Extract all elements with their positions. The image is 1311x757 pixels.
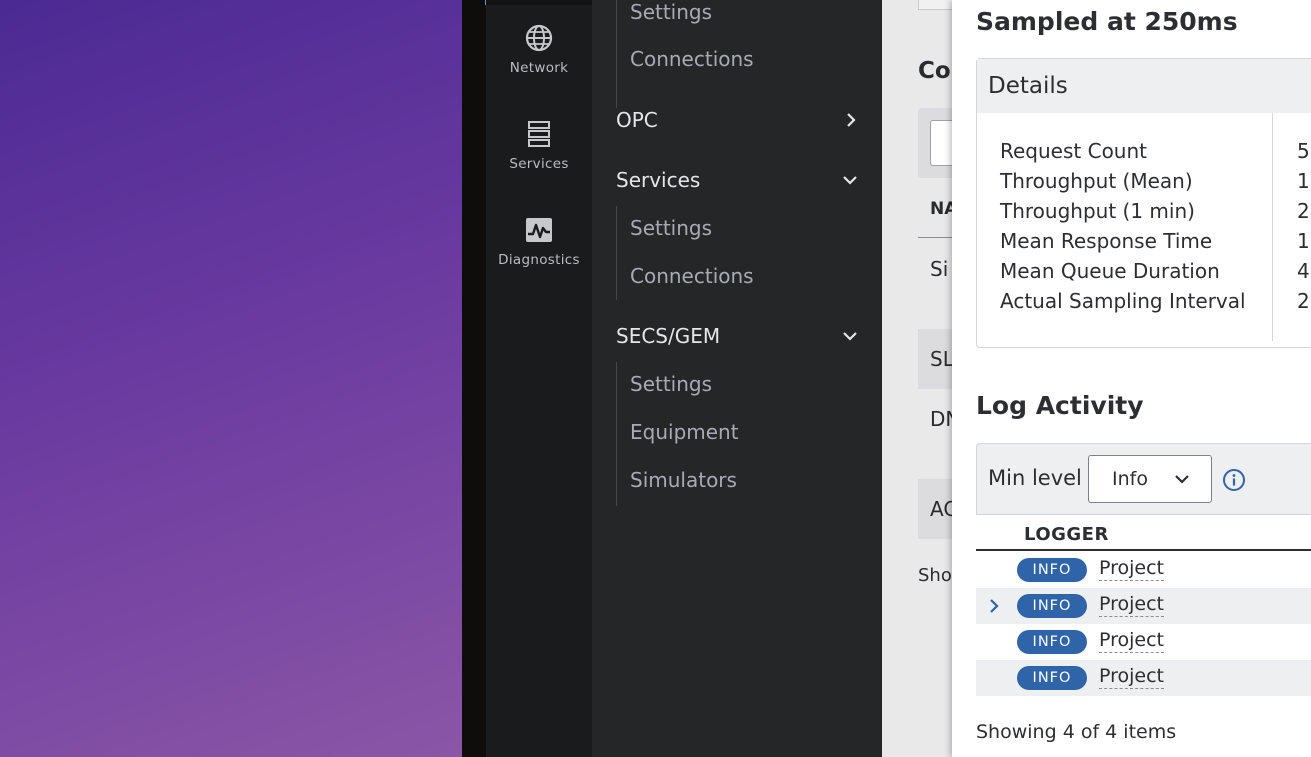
log-filter-bar: Min level Info xyxy=(976,443,1311,515)
details-header: Details xyxy=(977,59,1311,113)
metric-value: 2. xyxy=(1297,289,1311,313)
rail-item-diagnostics[interactable]: Diagnostics xyxy=(486,216,592,296)
nav-section-label: Services xyxy=(616,168,701,192)
pagination-summary: Showing 4 of 4 items xyxy=(976,721,1177,743)
icon-rail: Network Services Diagnostics xyxy=(486,0,592,757)
level-badge: INFO xyxy=(1017,594,1087,618)
sampling-title: Sampled at 250ms xyxy=(976,7,1238,36)
chevron-right-icon[interactable] xyxy=(988,598,1000,614)
nav-section-label: OPC xyxy=(616,108,658,132)
min-level-value: Info xyxy=(1112,468,1148,490)
rail-top-strip xyxy=(486,0,592,5)
chevron-down-icon xyxy=(843,176,857,185)
rail-label-network: Network xyxy=(509,60,569,76)
main-content-obscured: Co NA Si SL DN AC Sho xyxy=(882,0,952,757)
min-level-label: Min level xyxy=(988,466,1082,490)
details-divider xyxy=(1272,113,1273,341)
nav-item-connections-top[interactable]: Connections xyxy=(630,47,754,71)
chevron-right-icon xyxy=(847,113,856,127)
metric-label: Throughput (Mean) xyxy=(1000,169,1193,193)
nav-section-label: SECS/GEM xyxy=(616,324,721,348)
top-field-fragment xyxy=(918,0,952,10)
nav-section-opc[interactable]: OPC xyxy=(616,102,858,138)
globe-icon xyxy=(525,24,553,52)
level-badge: INFO xyxy=(1017,558,1087,582)
activity-icon xyxy=(526,218,552,242)
side-navigation: Settings Connections OPC Services Settin… xyxy=(592,0,882,757)
table-row[interactable]: SL xyxy=(930,347,952,371)
metric-value: 1 xyxy=(1297,229,1310,253)
nav-item-secs-simulators[interactable]: Simulators xyxy=(630,468,737,492)
nav-section-services[interactable]: Services xyxy=(616,162,858,198)
metric-label: Mean Queue Duration xyxy=(1000,259,1220,283)
metric-value: 5 xyxy=(1297,139,1310,163)
table-row[interactable]: INFO Project xyxy=(976,660,1311,696)
nav-group-line xyxy=(616,0,617,108)
search-input[interactable] xyxy=(930,120,952,166)
table-row[interactable]: AC xyxy=(930,497,952,521)
level-badge: INFO xyxy=(1017,630,1087,654)
nav-item-secs-settings[interactable]: Settings xyxy=(630,372,712,396)
info-icon[interactable] xyxy=(1222,468,1246,492)
table-row[interactable]: Si xyxy=(930,257,948,281)
table-row[interactable]: DN xyxy=(930,407,952,431)
nav-item-settings-top[interactable]: Settings xyxy=(630,0,712,24)
logger-link[interactable]: Project xyxy=(1099,665,1165,689)
level-badge: INFO xyxy=(1017,666,1087,690)
logger-link[interactable]: Project xyxy=(1099,629,1165,653)
diagnostics-drawer: Sampled at 250ms Details Request Count 5… xyxy=(952,0,1311,757)
logger-link[interactable]: Project xyxy=(1099,593,1165,617)
column-header-logger[interactable]: LOGGER xyxy=(1024,524,1109,545)
nav-group-line xyxy=(616,206,617,300)
nav-group-line xyxy=(616,362,617,506)
desktop-background xyxy=(0,0,462,757)
table-row[interactable]: INFO Project xyxy=(976,552,1311,588)
header-divider xyxy=(918,237,952,238)
chevron-down-icon xyxy=(1175,475,1189,484)
metric-label: Throughput (1 min) xyxy=(1000,199,1195,223)
footer-fragment: Sho xyxy=(918,565,952,586)
min-level-select[interactable]: Info xyxy=(1088,455,1212,503)
nav-section-secs-gem[interactable]: SECS/GEM xyxy=(616,318,858,354)
nav-item-services-settings[interactable]: Settings xyxy=(630,216,712,240)
chevron-down-icon xyxy=(843,332,857,341)
content-title-fragment: Co xyxy=(918,58,951,84)
log-table-header: LOGGER xyxy=(976,516,1311,551)
metric-value: 4. xyxy=(1297,259,1311,283)
rail-label-diagnostics: Diagnostics xyxy=(498,252,580,268)
rail-item-services[interactable]: Services xyxy=(486,120,592,200)
log-activity-title: Log Activity xyxy=(976,391,1144,420)
details-title: Details xyxy=(988,73,1068,99)
database-icon xyxy=(528,121,550,147)
nav-item-services-connections[interactable]: Connections xyxy=(630,264,754,288)
table-row[interactable]: INFO Project xyxy=(976,588,1311,624)
logger-link[interactable]: Project xyxy=(1099,557,1165,581)
metric-label: Mean Response Time xyxy=(1000,229,1213,253)
column-header-fragment: NA xyxy=(930,199,952,219)
metric-label: Actual Sampling Interval xyxy=(1000,289,1246,313)
metric-value: 2 xyxy=(1297,199,1310,223)
table-row[interactable]: INFO Project xyxy=(976,624,1311,660)
rail-item-network[interactable]: Network xyxy=(486,24,592,104)
details-card: Details Request Count 5 Throughput (Mean… xyxy=(976,58,1311,348)
window-edge xyxy=(462,0,488,757)
details-body: Request Count 5 Throughput (Mean) 1 Thro… xyxy=(977,113,1311,347)
nav-item-secs-equipment[interactable]: Equipment xyxy=(630,420,739,444)
metric-value: 1 xyxy=(1297,169,1310,193)
metric-label: Request Count xyxy=(1000,139,1147,163)
rail-label-services: Services xyxy=(509,156,569,172)
